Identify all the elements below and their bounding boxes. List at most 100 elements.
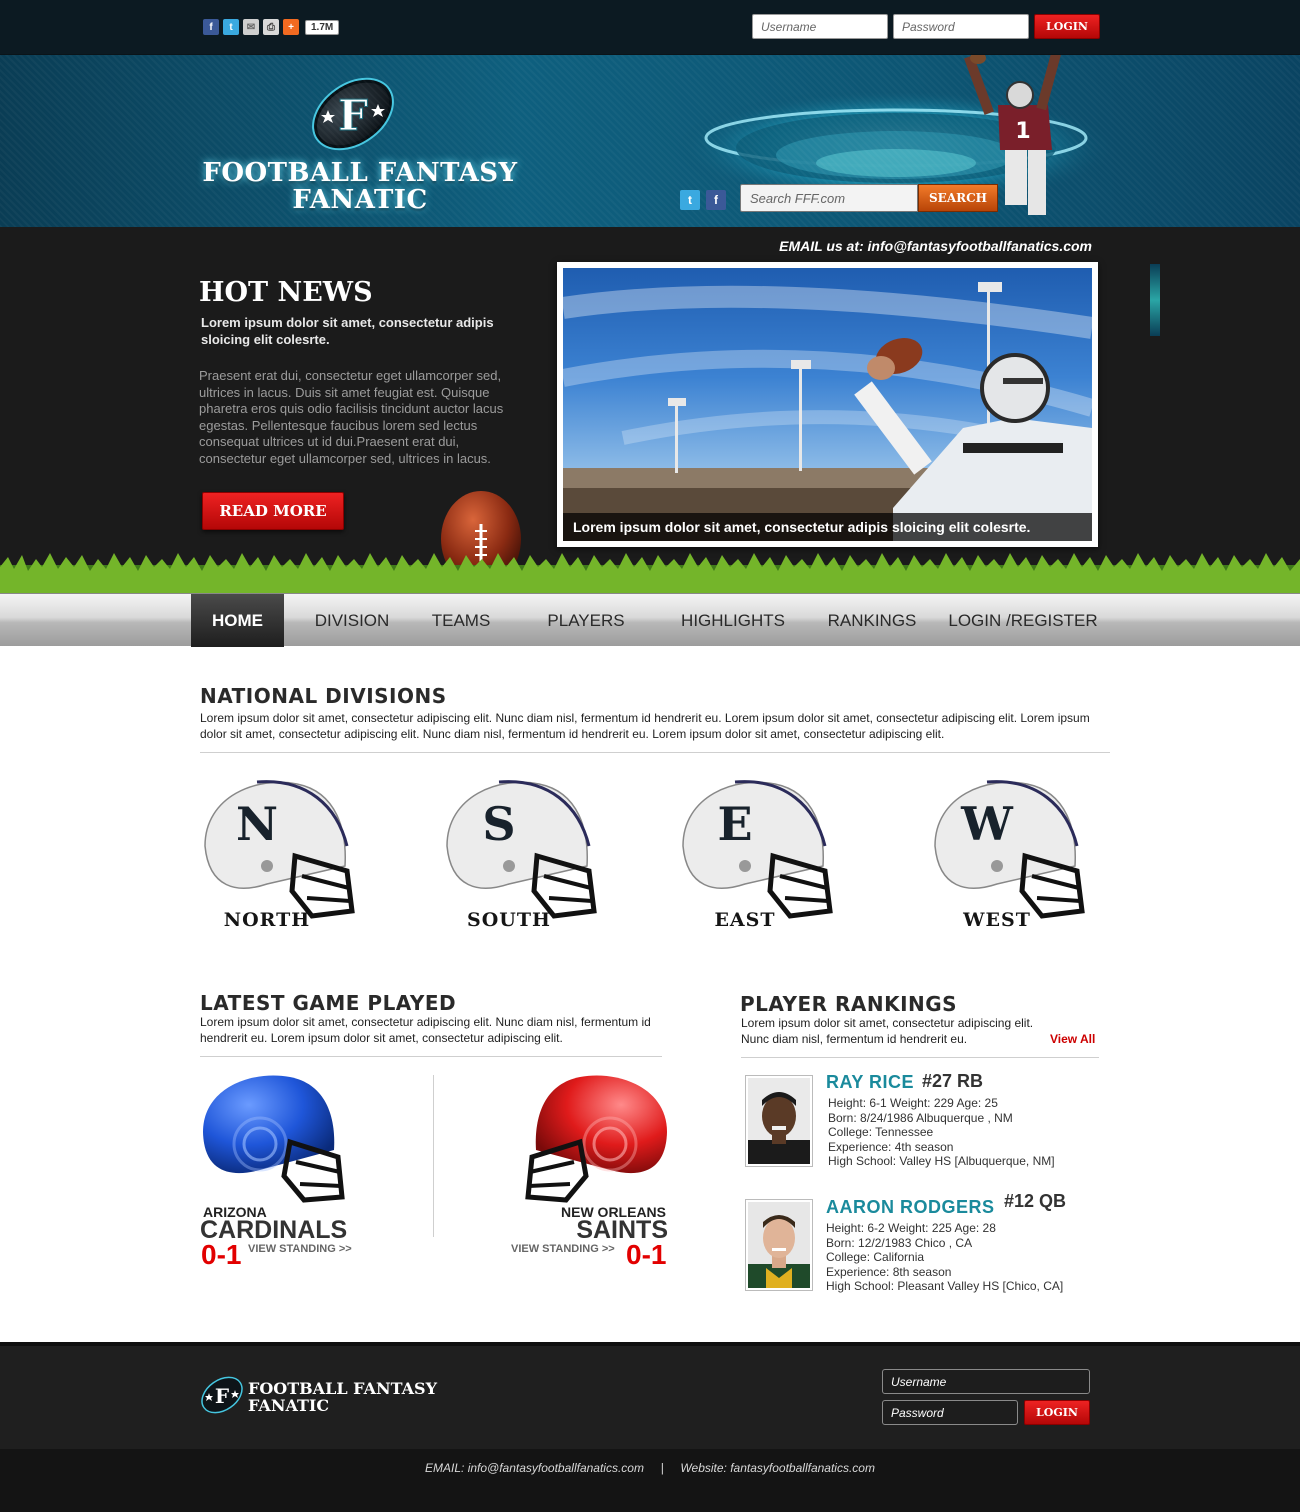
header-social: t f [680, 190, 726, 210]
twitter-icon[interactable]: t [223, 19, 239, 35]
player-experience: Experience: 8th season [826, 1264, 952, 1279]
division-north[interactable]: N NORTH [197, 776, 367, 936]
player-experience: Experience: 4th season [828, 1139, 954, 1154]
latest-game-title: LATEST GAME PLAYED [200, 991, 457, 1015]
vertical-divider [433, 1075, 434, 1237]
site-logo-text[interactable]: FOOTBALL FANTASY FANATIC [180, 160, 540, 214]
email-icon[interactable]: ✉ [243, 19, 259, 35]
main-nav: HOME DIVISION TEAMS PLAYERS HIGHLIGHTS R… [0, 593, 1300, 647]
site-footer: F FOOTBALL FANTASY FANATIC [0, 1342, 1300, 1449]
share-count: 1.7M [305, 19, 340, 35]
player-name[interactable]: AARON RODGERS [826, 1197, 995, 1218]
player-born: Born: 12/2/1983 Chico , CA [826, 1235, 973, 1250]
hot-news-section: EMAIL us at: info@fantasyfootballfanatic… [0, 227, 1300, 593]
player-info: Height: 6-1 Weight: 229 Age: 25 Born: 8/… [828, 1096, 1055, 1169]
division-name: EAST [714, 909, 776, 931]
logo-line-1: FOOTBALL FANTASY [202, 158, 518, 188]
footer-contact-text: EMAIL: info@fantasyfootballfanatics.com … [425, 1461, 875, 1475]
division-name: SOUTH [467, 909, 551, 931]
top-username-input[interactable] [752, 14, 888, 39]
footer-logo-line-2: FANATIC [248, 1396, 330, 1415]
nav-highlights[interactable]: HIGHLIGHTS [670, 594, 796, 647]
footer-logo-text[interactable]: FOOTBALL FANTASY FANATIC [248, 1380, 437, 1414]
svg-text:1: 1 [1015, 119, 1030, 144]
read-more-button[interactable]: READ MORE [202, 492, 344, 530]
player-stats: Height: 6-2 Weight: 225 Age: 28 [826, 1221, 996, 1235]
player-info: Height: 6-2 Weight: 225 Age: 28 Born: 12… [826, 1221, 1063, 1294]
divider [200, 1056, 662, 1057]
division-name: WEST [963, 909, 1031, 931]
nav-rankings[interactable]: RANKINGS [816, 594, 928, 647]
division-name: NORTH [223, 909, 311, 931]
top-login-button[interactable]: LOGIN [1034, 14, 1100, 39]
footer-logo-icon[interactable]: F [199, 1373, 245, 1417]
hot-news-subtitle: Lorem ipsum dolor sit amet, consectetur … [201, 315, 494, 347]
division-south[interactable]: S SOUTH [439, 776, 609, 936]
home-team-score: 0-1 [201, 1239, 242, 1270]
divisions-title: NATIONAL DIVISIONS [200, 684, 447, 708]
player-number: #12 QB [1004, 1191, 1067, 1211]
division-letter: W [961, 797, 1013, 851]
divisions-text: Lorem ipsum dolor sit amet, consectetur … [200, 711, 1090, 741]
footer-logo-line-1: FOOTBALL FANTASY [248, 1379, 438, 1398]
footer-login-button[interactable]: LOGIN [1024, 1400, 1090, 1425]
player-college: College: Tennessee [828, 1125, 934, 1139]
division-west[interactable]: W WEST [927, 776, 1097, 936]
player-photo-ray-rice[interactable] [745, 1075, 813, 1167]
site-header: F FOOTBALL FANTASY FANATIC 1 t f Search … [0, 55, 1300, 227]
search-input[interactable] [740, 184, 918, 212]
facebook-icon[interactable]: f [203, 19, 219, 35]
view-all-link[interactable]: View All [1050, 1032, 1095, 1046]
hot-news-photo-frame[interactable]: Lorem ipsum dolor sit amet, consectetur … [557, 262, 1098, 547]
logo-letter: F [215, 1384, 229, 1408]
division-letter: E [717, 797, 753, 851]
share-icons: f t ✉ ⎙ + 1.7M [203, 19, 340, 35]
share-plus-icon[interactable]: + [283, 19, 299, 35]
divider [741, 1057, 1099, 1058]
rankings-title: PLAYER RANKINGS [740, 992, 958, 1016]
division-letter: N [235, 797, 279, 851]
rankings-text: Lorem ipsum dolor sit amet, consectetur … [741, 1016, 1034, 1046]
player-photo-aaron-rodgers[interactable] [745, 1199, 813, 1291]
facebook-icon[interactable]: f [706, 190, 726, 210]
hot-news-title: HOT NEWS [199, 277, 373, 308]
nav-home[interactable]: HOME [191, 594, 284, 647]
hot-news-body: Praesent erat dui, consectetur eget ulla… [199, 368, 504, 466]
top-password-input[interactable] [893, 14, 1029, 39]
divider [200, 752, 1110, 753]
footer-username-input[interactable] [882, 1369, 1090, 1394]
division-east[interactable]: E EAST [675, 776, 845, 936]
logo-line-2: FANATIC [292, 185, 428, 215]
player-born: Born: 8/24/1986 Albuquerque , NM [828, 1110, 1013, 1125]
side-decoration [1150, 264, 1160, 336]
nav-login-register[interactable]: LOGIN /REGISTER [943, 594, 1103, 647]
print-icon[interactable]: ⎙ [263, 19, 279, 35]
player-college: College: California [826, 1250, 925, 1264]
footer-password-input[interactable] [882, 1400, 1018, 1425]
top-bar: f t ✉ ⎙ + 1.7M LOGIN [0, 0, 1300, 55]
photo-caption: Lorem ipsum dolor sit amet, consectetur … [563, 513, 1092, 541]
player-name[interactable]: RAY RICE [826, 1072, 914, 1093]
nav-division[interactable]: DIVISION [300, 594, 404, 647]
player-stats: Height: 6-1 Weight: 229 Age: 25 [828, 1096, 998, 1110]
player-number: #27 RB [922, 1071, 984, 1091]
away-team-score: 0-1 [626, 1239, 667, 1270]
latest-game-text: Lorem ipsum dolor sit amet, consectetur … [200, 1015, 651, 1045]
cardinals-helmet-icon [203, 1075, 345, 1203]
saints-helmet-icon [525, 1075, 667, 1203]
division-letter: S [482, 797, 516, 851]
home-view-standing-link[interactable]: VIEW STANDING >> [248, 1243, 352, 1255]
search-button[interactable]: SEARCH [918, 184, 998, 212]
header-email[interactable]: EMAIL us at: info@fantasyfootballfanatic… [700, 238, 1092, 254]
player-high-school: High School: Pleasant Valley HS [Chico, … [826, 1279, 1064, 1293]
nav-players[interactable]: PLAYERS [530, 594, 642, 647]
bottom-bar: EMAIL: info@fantasyfootballfanatics.com … [0, 1449, 1300, 1512]
hot-news-photo: Lorem ipsum dolor sit amet, consectetur … [563, 268, 1092, 541]
twitter-icon[interactable]: t [680, 190, 700, 210]
nav-teams[interactable]: TEAMS [416, 594, 506, 647]
logo-letter: F [338, 91, 368, 140]
grass-decoration [0, 553, 1300, 593]
away-view-standing-link[interactable]: VIEW STANDING >> [511, 1243, 615, 1255]
player-high-school: High School: Valley HS [Albuquerque, NM] [828, 1154, 1055, 1168]
football-logo-icon[interactable]: F [308, 70, 398, 158]
